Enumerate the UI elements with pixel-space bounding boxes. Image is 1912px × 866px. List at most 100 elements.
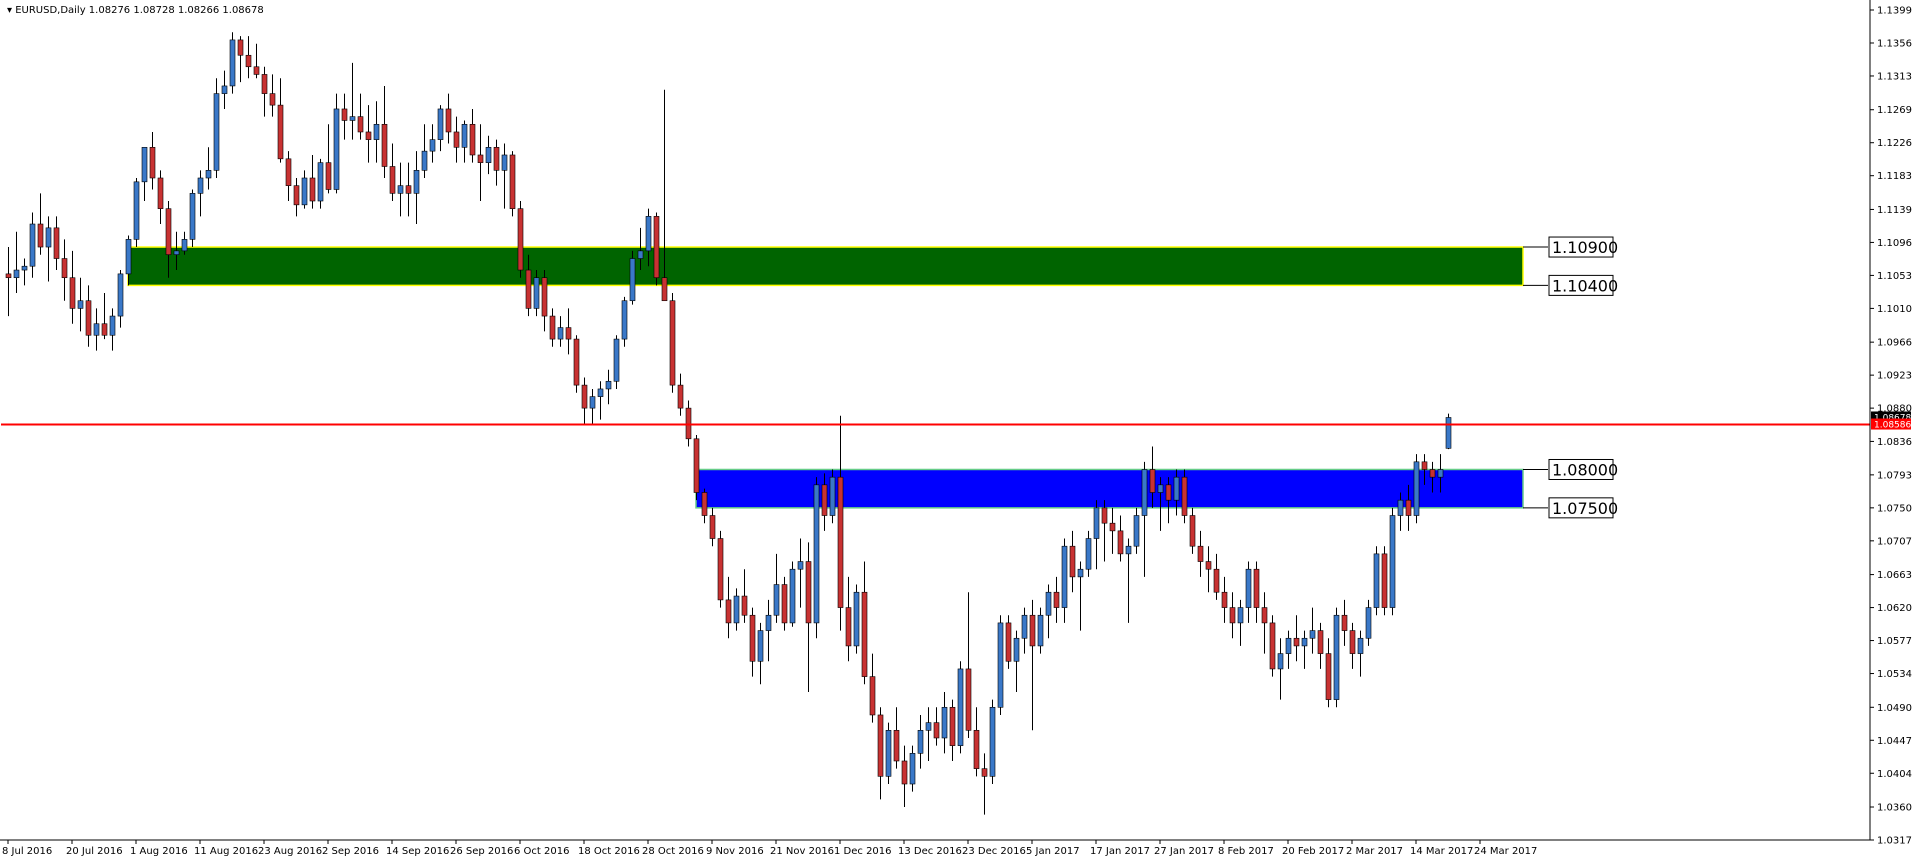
candle-body-bear [1189, 515, 1196, 547]
candle-body-bear [1381, 553, 1388, 608]
candle-body-bull [1373, 553, 1380, 608]
candle-body-bear [325, 162, 332, 190]
candle-body-bear [381, 123, 388, 167]
candle-body-bull [229, 39, 236, 87]
y-tick-label: 1.10100 [1877, 304, 1912, 315]
candle-body-bull [1357, 637, 1364, 654]
candle-body-bull [421, 150, 428, 171]
x-tick-label: 11 Aug 2016 [194, 846, 258, 857]
candle-body-bear [821, 484, 828, 516]
candle-body-bear [157, 177, 164, 209]
y-tick-label: 1.09230 [1877, 371, 1912, 382]
candle [189, 189, 196, 248]
candle-body-bear [677, 384, 684, 409]
candle-body-bear [245, 54, 252, 68]
y-tick-label: 1.11390 [1877, 205, 1912, 216]
x-tick-label: 1 Aug 2016 [130, 846, 188, 857]
candle-body-bear [685, 407, 692, 440]
candle-body-bull [317, 162, 324, 202]
x-tick-label: 24 Mar 2017 [1474, 846, 1537, 857]
candle [1413, 454, 1420, 524]
candle-body-bull [789, 568, 796, 624]
candle-body-bear [1149, 469, 1156, 493]
candle [693, 434, 700, 501]
candle-body-bear [949, 706, 956, 746]
candle-body-bear [1325, 653, 1332, 700]
candle-body-bear [749, 614, 756, 662]
candle-body-bear [725, 599, 732, 624]
candle-body-bear [277, 104, 284, 160]
candle-body-bull [413, 170, 420, 194]
candle-body-bear [1317, 630, 1324, 654]
candle-body-bull [21, 265, 28, 271]
y-tick-label: 1.07070 [1877, 536, 1912, 547]
candle-body-bear [837, 476, 844, 608]
y-tick-label: 1.12690 [1877, 105, 1912, 116]
y-tick-label: 1.05340 [1877, 669, 1912, 680]
candle-body-bull [221, 85, 228, 94]
candle-body-bear [517, 208, 524, 271]
x-tick-label: 23 Aug 2016 [258, 846, 322, 857]
candle-body-bull [181, 239, 188, 252]
candle-body-bear [1269, 622, 1276, 670]
candle-body-bull [1245, 568, 1252, 608]
candle-body-bull [1237, 607, 1244, 624]
candle-body-bull [989, 706, 996, 777]
x-tick-label: 1 Dec 2016 [834, 846, 892, 857]
candle-body-bull [1285, 637, 1292, 654]
y-tick-label: 1.13130 [1877, 71, 1912, 82]
candle-body-bull [829, 476, 836, 516]
candle [1373, 546, 1380, 616]
x-tick-label: 18 Oct 2016 [578, 846, 640, 857]
x-tick-label: 9 Nov 2016 [706, 846, 764, 857]
x-tick-label: 26 Sep 2016 [450, 846, 513, 857]
candle-body-bear [661, 277, 668, 302]
candle [853, 584, 860, 654]
candle-body-bear [509, 154, 516, 209]
candle-body-bear [61, 258, 68, 279]
candle-body-bull [1309, 630, 1316, 639]
candle-body-bear [1221, 591, 1228, 608]
zone-label-text: 1.08000 [1552, 460, 1618, 479]
candle-body-bull [1173, 476, 1180, 501]
y-tick-label: 1.13560 [1877, 38, 1912, 49]
candle-body-bear [669, 300, 676, 386]
candle-body-bull [1157, 484, 1164, 493]
candle-body-bear [581, 384, 588, 409]
x-tick-label: 20 Feb 2017 [1282, 846, 1344, 857]
candle [1005, 615, 1012, 669]
candle-body-bull [733, 595, 740, 624]
y-tick-label: 1.12260 [1877, 138, 1912, 149]
y-tick-label: 1.03600 [1877, 803, 1912, 814]
zone-label-text: 1.10400 [1552, 276, 1618, 295]
candle-body-bear [965, 668, 972, 731]
candle-body-bull [1077, 568, 1084, 578]
candle-body-bull [925, 722, 932, 731]
y-tick-label: 1.10960 [1877, 238, 1912, 249]
candle-body-bear [693, 438, 700, 493]
candle-body-bull [197, 177, 204, 194]
candle-body-bull [333, 108, 340, 190]
candle-body-bull [109, 315, 116, 336]
y-tick-label: 1.04040 [1877, 769, 1912, 780]
candle [669, 293, 676, 393]
candle [629, 250, 636, 305]
candle-body-bear [165, 208, 172, 256]
candle-body-bear [293, 185, 300, 206]
candle-body-bear [901, 760, 908, 785]
candle-body-bull [1141, 469, 1148, 516]
candle-body-bull [533, 277, 540, 309]
candle-body-bull [1437, 469, 1444, 478]
candle-body-bear [781, 584, 788, 624]
candle-body-bull [1045, 591, 1052, 616]
candle-body-bull [1445, 417, 1452, 449]
candle-body-bear [1101, 507, 1108, 524]
candle-body-bear [1293, 637, 1300, 647]
candle-body-bear [549, 315, 556, 340]
candle-body-bull [301, 177, 308, 206]
candle-body-bull [1397, 499, 1404, 516]
candle-body-bull [997, 622, 1004, 708]
candle-body-bull [485, 147, 492, 163]
y-tick-label: 1.08366 [1877, 437, 1912, 448]
eurusd-daily-chart[interactable]: ▾ EURUSD,Daily 1.08276 1.08728 1.08266 1… [0, 0, 1912, 866]
